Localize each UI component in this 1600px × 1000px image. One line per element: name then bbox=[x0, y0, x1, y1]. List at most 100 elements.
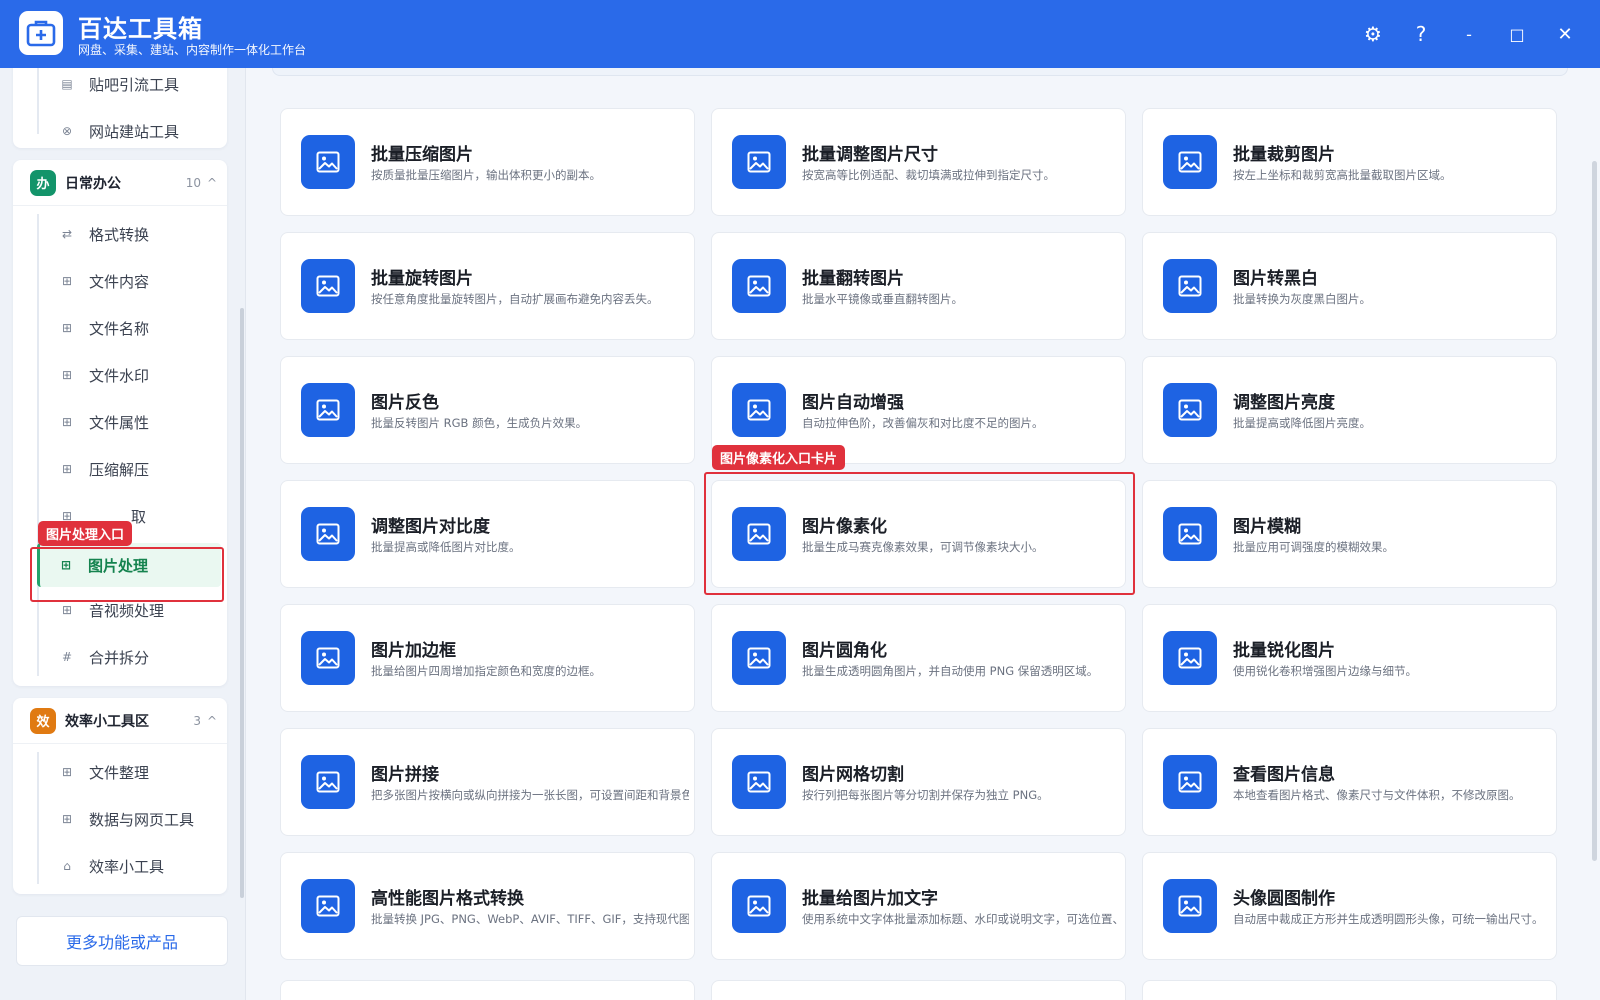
sidebar-group-efficiency: 效 效率小工具区 3 ^ ⊞ 文件整理 ⊞ 数据与网页工具 ⌂ 效率小工具 bbox=[13, 698, 227, 894]
image-icon bbox=[732, 879, 786, 933]
card-title: 调整图片亮度 bbox=[1233, 393, 1335, 413]
sidebar-item-label: 数据与网页工具 bbox=[89, 810, 195, 829]
card-description: 批量转换为灰度黑白图片。 bbox=[1233, 292, 1371, 306]
sidebar-item-file-watermark[interactable]: ⊞ 文件水印 bbox=[41, 355, 221, 395]
sidebar-item-label: 效率小工具 bbox=[89, 857, 165, 876]
document-icon: ▤ bbox=[61, 77, 73, 91]
grid-icon: ⊞ bbox=[61, 812, 73, 826]
grid-icon: ⊞ bbox=[61, 274, 73, 288]
card-title: 查看图片信息 bbox=[1233, 765, 1335, 785]
annotation-tag-sidebar: 图片处理入口 bbox=[38, 521, 133, 546]
card-description: 自动居中裁成正方形并生成透明圆形头像，可统一输出尺寸。 bbox=[1233, 912, 1544, 926]
tool-card[interactable]: 批量压缩图片 按质量批量压缩图片，输出体积更小的副本。 bbox=[280, 108, 695, 216]
sidebar-item-label: 文件水印 bbox=[89, 366, 150, 385]
card-title: 批量裁剪图片 bbox=[1233, 145, 1335, 165]
image-icon bbox=[1163, 507, 1217, 561]
card-description: 批量应用可调强度的模糊效果。 bbox=[1233, 540, 1394, 554]
group-header[interactable]: 办 日常办公 10 ^ bbox=[13, 160, 227, 206]
sidebar-item-file-content[interactable]: ⊞ 文件内容 bbox=[41, 261, 221, 301]
tool-card[interactable]: 调整图片亮度批量提高或降低图片亮度。 bbox=[1142, 356, 1557, 464]
card-description: 批量提高或降低图片亮度。 bbox=[1233, 416, 1371, 430]
sidebar-item-data-web-tools[interactable]: ⊞ 数据与网页工具 bbox=[41, 799, 221, 839]
sidebar-item-file-attributes[interactable]: ⊞ 文件属性 bbox=[41, 402, 221, 442]
help-icon[interactable]: ? bbox=[1405, 20, 1437, 48]
tool-card[interactable]: 图片加边框 批量给图片四周增加指定颜色和宽度的边框。 bbox=[280, 604, 695, 712]
sidebar-item-website[interactable]: ⊗ 网站建站工具 bbox=[41, 111, 221, 151]
card-title: 批量给图片加文字 bbox=[802, 889, 938, 909]
sidebar-item-compress[interactable]: ⊞ 压缩解压 bbox=[41, 449, 221, 489]
tree-line bbox=[37, 752, 39, 884]
app-title: 百达工具箱 bbox=[78, 15, 203, 43]
collapse-icon[interactable]: ^ bbox=[207, 176, 217, 190]
image-icon bbox=[301, 135, 355, 189]
sidebar-item-label-tail: 取 bbox=[131, 507, 147, 526]
card-title: 批量旋转图片 bbox=[371, 269, 473, 289]
collapse-icon[interactable]: ^ bbox=[207, 714, 217, 728]
card-partial[interactable] bbox=[280, 980, 695, 1000]
close-button[interactable]: ✕ bbox=[1549, 20, 1581, 48]
image-icon bbox=[301, 383, 355, 437]
tool-card[interactable]: 查看图片信息 本地查看图片格式、像素尺寸与文件体积，不修改原图。 bbox=[1142, 728, 1557, 836]
hash-icon: # bbox=[61, 650, 73, 664]
sidebar-item-tieba[interactable]: ▤ 贴吧引流工具 bbox=[41, 68, 221, 104]
image-icon bbox=[301, 507, 355, 561]
sidebar-item-merge-split[interactable]: # 合并拆分 bbox=[41, 637, 221, 677]
card-description: 批量转换 JPG、PNG、WebP、AVIF、TIFF、GIF，支持现代图片 bbox=[371, 912, 689, 926]
main-scrollbar[interactable] bbox=[1592, 161, 1597, 861]
group-count: 10 bbox=[185, 175, 201, 190]
sidebar-item-file-organize[interactable]: ⊞ 文件整理 bbox=[41, 752, 221, 792]
settings-icon[interactable]: ⚙ bbox=[1357, 20, 1389, 48]
annotation-tag-card: 图片像素化入口卡片 bbox=[712, 445, 846, 470]
sidebar-item-label: 贴吧引流工具 bbox=[89, 75, 180, 94]
tool-card[interactable]: 高性能图片格式转换 批量转换 JPG、PNG、WebP、AVIF、TIFF、GIF… bbox=[280, 852, 695, 960]
card-description: 使用锐化卷积增强图片边缘与细节。 bbox=[1233, 664, 1417, 678]
app-logo-icon bbox=[19, 11, 63, 55]
sidebar-item-audio-video[interactable]: ⊞ 音视频处理 bbox=[41, 590, 221, 630]
tool-card[interactable]: 图片拼接 把多张图片按横向或纵向拼接为一张长图，可设置间距和背景色。 bbox=[280, 728, 695, 836]
group-header[interactable]: 效 效率小工具区 3 ^ bbox=[13, 698, 227, 744]
tool-card[interactable]: 图片反色 批量反转图片 RGB 颜色，生成负片效果。 bbox=[280, 356, 695, 464]
card-description: 把多张图片按横向或纵向拼接为一张长图，可设置间距和背景色。 bbox=[371, 788, 689, 802]
card-title: 批量翻转图片 bbox=[802, 269, 904, 289]
swap-icon: ⇄ bbox=[61, 227, 73, 241]
tool-card[interactable]: 图片模糊批量应用可调强度的模糊效果。 bbox=[1142, 480, 1557, 588]
toolbar-strip bbox=[272, 68, 1568, 76]
card-title: 批量压缩图片 bbox=[371, 145, 473, 165]
group-count: 3 bbox=[193, 713, 201, 728]
tool-card[interactable]: 图片圆角化 批量生成透明圆角图片，并自动使用 PNG 保留透明区域。 bbox=[711, 604, 1126, 712]
minimize-button[interactable]: - bbox=[1453, 20, 1485, 48]
tool-card[interactable]: 头像圆图制作 自动居中裁成正方形并生成透明圆形头像，可统一输出尺寸。 bbox=[1142, 852, 1557, 960]
maximize-button[interactable]: □ bbox=[1501, 20, 1533, 48]
grid-icon: ⊞ bbox=[61, 603, 73, 617]
tool-card[interactable]: 调整图片对比度 批量提高或降低图片对比度。 bbox=[280, 480, 695, 588]
image-icon bbox=[1163, 631, 1217, 685]
card-description: 批量生成马赛克像素效果，可调节像素块大小。 bbox=[802, 540, 1044, 554]
tool-card[interactable]: 批量旋转图片 按任意角度批量旋转图片，自动扩展画布避免内容丢失。 bbox=[280, 232, 695, 340]
tool-card[interactable]: 图片像素化 批量生成马赛克像素效果，可调节像素块大小。 bbox=[711, 480, 1126, 588]
card-description: 按左上坐标和裁剪宽高批量截取图片区域。 bbox=[1233, 168, 1452, 182]
sidebar-group-office: 办 日常办公 10 ^ ⇄ 格式转换 ⊞ 文件内容 ⊞ 文件名称 ⊞ 文件水印 … bbox=[13, 160, 227, 686]
grid-icon: ⊞ bbox=[61, 368, 73, 382]
sidebar-item-image-processing[interactable]: ⊞ 图片处理 bbox=[37, 543, 221, 587]
tool-card[interactable]: 批量裁剪图片按左上坐标和裁剪宽高批量截取图片区域。 bbox=[1142, 108, 1557, 216]
tool-card[interactable]: 图片网格切割 按行列把每张图片等分切割并保存为独立 PNG。 bbox=[711, 728, 1126, 836]
card-title: 图片模糊 bbox=[1233, 517, 1301, 537]
tool-card[interactable]: 批量锐化图片 使用锐化卷积增强图片边缘与细节。 bbox=[1142, 604, 1557, 712]
card-title: 图片反色 bbox=[371, 393, 439, 413]
tool-card[interactable]: 批量调整图片尺寸 按宽高等比例适配、裁切填满或拉伸到指定尺寸。 bbox=[711, 108, 1126, 216]
sidebar-item-file-name[interactable]: ⊞ 文件名称 bbox=[41, 308, 221, 348]
sidebar-item-label: 合并拆分 bbox=[89, 648, 150, 667]
tool-card[interactable]: 批量给图片加文字 使用系统中文字体批量添加标题、水印或说明文字，可选位置、 bbox=[711, 852, 1126, 960]
sidebar-item-efficiency-tools[interactable]: ⌂ 效率小工具 bbox=[41, 846, 221, 886]
tool-card[interactable]: 图片转黑白 批量转换为灰度黑白图片。 bbox=[1142, 232, 1557, 340]
more-features-button[interactable]: 更多功能或产品 bbox=[16, 916, 228, 966]
card-description: 批量提高或降低图片对比度。 bbox=[371, 540, 521, 554]
sidebar-scrollbar[interactable] bbox=[240, 308, 244, 898]
sidebar-item-format-convert[interactable]: ⇄ 格式转换 bbox=[41, 214, 221, 254]
image-icon bbox=[301, 631, 355, 685]
card-partial[interactable] bbox=[1142, 980, 1557, 1000]
tool-card[interactable]: 批量翻转图片 批量水平镜像或垂直翻转图片。 bbox=[711, 232, 1126, 340]
grid-icon: ⊞ bbox=[61, 765, 73, 779]
card-partial[interactable] bbox=[711, 980, 1126, 1000]
sidebar-item-label: 图片处理 bbox=[88, 556, 149, 575]
